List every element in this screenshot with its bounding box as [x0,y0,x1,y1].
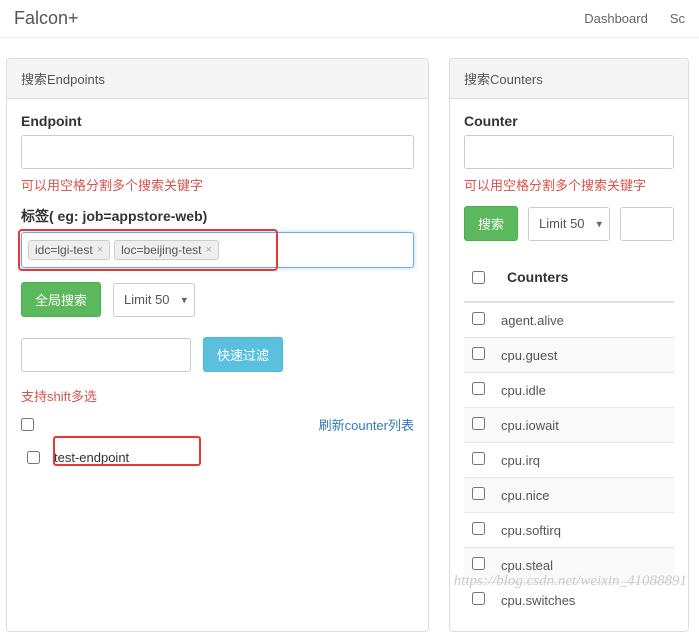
counter-row[interactable]: cpu.steal [464,548,674,583]
tags-label: 标签( eg: job=appstore-web) [21,206,414,226]
counter-name: cpu.idle [493,373,674,408]
nav-sc[interactable]: Sc [670,11,685,26]
counter-row[interactable]: cpu.idle [464,373,674,408]
select-all-counters-checkbox[interactable] [472,271,485,284]
endpoints-panel: 搜索Endpoints Endpoint 可以用空格分割多个搜索关键字 标签( … [6,58,429,632]
top-nav: Dashboard Sc [584,11,685,26]
counter-input[interactable] [464,135,674,169]
counter-row[interactable]: cpu.guest [464,338,674,373]
tag-text: loc=beijing-test [121,243,201,257]
counter-checkbox[interactable] [472,487,485,500]
counters-header-row: Counters [464,255,674,302]
tag-remove-icon[interactable]: × [97,244,103,256]
endpoint-label: Endpoint [21,113,414,129]
shift-hint: 支持shift多选 [21,386,414,405]
counter-name: agent.alive [493,303,674,338]
counter-limit-select[interactable]: Limit 50 [528,207,610,241]
counter-label: Counter [464,113,674,129]
counter-checkbox[interactable] [472,417,485,430]
counter-row[interactable]: cpu.nice [464,478,674,513]
endpoints-panel-title: 搜索Endpoints [7,59,428,99]
counter-checkbox[interactable] [472,592,485,605]
counter-name: cpu.guest [493,338,674,373]
counter-checkbox[interactable] [472,522,485,535]
counters-panel: 搜索Counters Counter 可以用空格分割多个搜索关键字 搜索 Lim… [449,58,689,632]
counters-table: agent.alivecpu.guestcpu.idlecpu.iowaitcp… [464,302,674,617]
counter-row[interactable]: agent.alive [464,303,674,338]
tag-text: idc=lgi-test [35,243,93,257]
quick-filter-button[interactable]: 快速过滤 [203,337,283,372]
tags-input[interactable]: idc=lgi-test × loc=beijing-test × [21,232,414,268]
counter-checkbox[interactable] [472,347,485,360]
app-header: Falcon+ Dashboard Sc [0,0,699,38]
tag-item[interactable]: idc=lgi-test × [28,240,110,260]
counter-row[interactable]: cpu.irq [464,443,674,478]
endpoint-hint: 可以用空格分割多个搜索关键字 [21,175,414,194]
tag-remove-icon[interactable]: × [206,244,212,256]
limit-select[interactable]: Limit 50 [113,283,195,317]
counter-checkbox[interactable] [472,452,485,465]
endpoint-checkbox[interactable] [27,451,40,464]
search-button[interactable]: 搜索 [464,206,518,241]
counter-extra-input[interactable] [620,207,674,241]
limit-select-wrap: Limit 50 [113,283,195,317]
counter-name: cpu.irq [493,443,674,478]
counter-name: cpu.softirq [493,513,674,548]
endpoint-name: test-endpoint [54,450,129,465]
refresh-counter-link[interactable]: 刷新counter列表 [319,415,414,434]
global-search-button[interactable]: 全局搜索 [21,282,101,317]
counter-hint: 可以用空格分割多个搜索关键字 [464,175,674,194]
counter-row[interactable]: cpu.softirq [464,513,674,548]
counter-name: cpu.steal [493,548,674,583]
endpoint-result-row[interactable]: test-endpoint [21,442,414,473]
brand-logo[interactable]: Falcon+ [14,8,79,29]
counter-checkbox[interactable] [472,312,485,325]
main-container: 搜索Endpoints Endpoint 可以用空格分割多个搜索关键字 标签( … [0,38,699,632]
filter-input[interactable] [21,338,191,372]
counter-row[interactable]: cpu.iowait [464,408,674,443]
counters-column-header: Counters [499,261,576,293]
counter-limit-select-wrap: Limit 50 [528,207,610,241]
counter-name: cpu.iowait [493,408,674,443]
tag-item[interactable]: loc=beijing-test × [114,240,219,260]
counter-name: cpu.nice [493,478,674,513]
nav-dashboard[interactable]: Dashboard [584,11,648,26]
counters-panel-title: 搜索Counters [450,59,688,99]
counter-checkbox[interactable] [472,557,485,570]
select-all-endpoints-checkbox[interactable] [21,418,34,431]
endpoint-input[interactable] [21,135,414,169]
counter-checkbox[interactable] [472,382,485,395]
